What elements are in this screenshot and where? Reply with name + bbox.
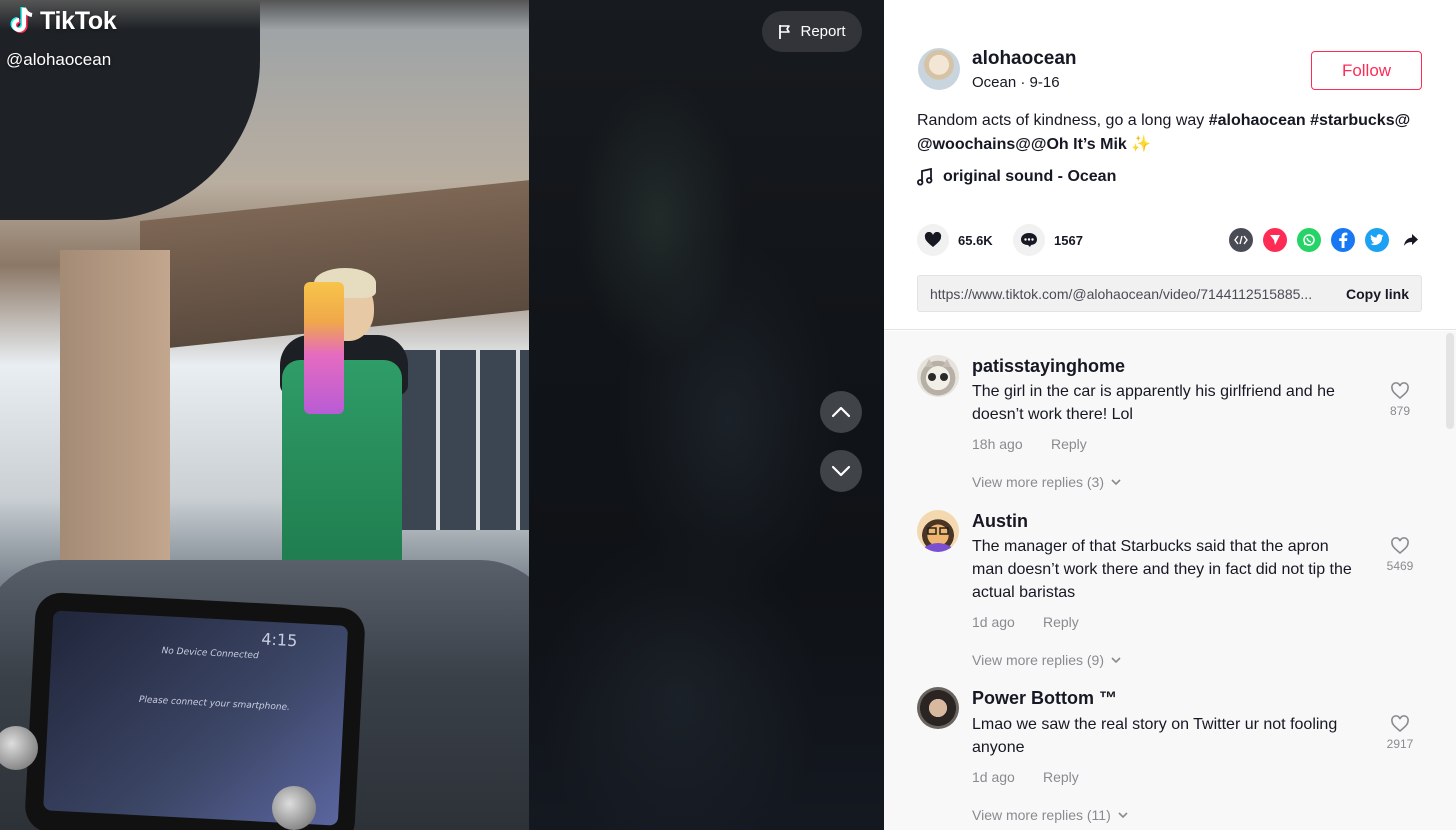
scene-stacked-cups	[304, 282, 344, 414]
comment-text: Lmao we saw the real story on Twitter ur…	[972, 716, 1338, 756]
view-more-replies-label: View more replies (11)	[972, 807, 1111, 823]
video-watermark-handle: @alohaocean	[6, 50, 112, 69]
share-options	[1229, 228, 1423, 252]
copy-link-button[interactable]: Copy link	[1346, 286, 1409, 302]
commenter-avatar[interactable]	[917, 355, 959, 397]
view-more-replies-label: View more replies (9)	[972, 652, 1105, 668]
heart-outline-icon	[1391, 537, 1409, 555]
send-icon[interactable]	[1263, 228, 1287, 252]
share-arrow-icon[interactable]	[1399, 228, 1423, 252]
like-button[interactable]	[917, 224, 949, 256]
comments-scrollbar[interactable]	[1446, 333, 1454, 429]
sparkles-emoji: ✨	[1131, 136, 1152, 153]
description-mentions[interactable]: @woochains@@Oh It’s Mik	[917, 136, 1127, 153]
tiktok-note-icon	[10, 6, 36, 36]
car-screen-clock: 4:15	[260, 629, 298, 651]
comment-count: 1567	[1054, 232, 1083, 248]
twitter-icon[interactable]	[1365, 228, 1389, 252]
previous-video-button[interactable]	[820, 391, 862, 433]
scene-car-knob-right	[272, 786, 316, 830]
follow-button[interactable]: Follow	[1311, 51, 1422, 90]
comments-list[interactable]: patisstayinghome The girl in the car is …	[884, 331, 1456, 830]
scene-car-screen: 4:15 No Device Connected Please connect …	[23, 591, 367, 830]
post-description: Random acts of kindness, go a long way #…	[917, 109, 1427, 157]
author-name[interactable]: alohaocean	[972, 48, 1077, 70]
post-header: alohaocean Ocean · 9-16 Follow Random ac…	[884, 0, 1456, 330]
video-link-url[interactable]: https://www.tiktok.com/@alohaocean/video…	[930, 286, 1325, 302]
reply-button[interactable]: Reply	[1043, 769, 1079, 785]
view-more-replies[interactable]: View more replies (11)	[972, 807, 1129, 823]
comment-like-count: 879	[1389, 404, 1411, 418]
report-button[interactable]: Report	[762, 11, 862, 52]
tiktok-video-page: 4:15 No Device Connected Please connect …	[0, 0, 1456, 830]
heart-icon	[924, 232, 942, 247]
chevron-down-icon	[831, 465, 851, 477]
author-avatar[interactable]	[918, 48, 960, 90]
comment-text: The manager of that Starbucks said that …	[972, 538, 1352, 601]
video-frame[interactable]: 4:15 No Device Connected Please connect …	[0, 0, 529, 830]
view-more-replies[interactable]: View more replies (9)	[972, 652, 1122, 668]
commenter-name[interactable]: Power Bottom ™	[972, 688, 1117, 709]
whatsapp-icon[interactable]	[1297, 228, 1321, 252]
comment-like-count: 5469	[1386, 559, 1414, 573]
sound-title: original sound - Ocean	[943, 168, 1117, 185]
car-screen-line1: No Device Connected	[161, 646, 259, 662]
chevron-down-icon	[1111, 479, 1121, 486]
comment-text: The girl in the car is apparently his gi…	[972, 383, 1335, 423]
comment-time: 1d ago	[972, 769, 1015, 785]
video-player[interactable]: 4:15 No Device Connected Please connect …	[0, 0, 884, 830]
car-screen-line2: Please connect your smartphone.	[138, 695, 291, 713]
heart-outline-icon	[1391, 382, 1409, 400]
heart-outline-icon	[1391, 715, 1409, 733]
author-meta: Ocean · 9-16	[972, 74, 1060, 91]
embed-icon[interactable]	[1229, 228, 1253, 252]
comment-like[interactable]: 879	[1384, 382, 1416, 418]
commenter-avatar[interactable]	[917, 510, 959, 552]
video-link-box: https://www.tiktok.com/@alohaocean/video…	[917, 275, 1422, 312]
comment-icon	[1021, 233, 1037, 247]
scene-pillar	[60, 250, 170, 580]
details-panel: alohaocean Ocean · 9-16 Follow Random ac…	[884, 0, 1456, 830]
view-more-replies-label: View more replies (3)	[972, 474, 1105, 490]
chevron-down-icon	[1111, 657, 1121, 664]
like-count: 65.6K	[958, 232, 993, 248]
sound-link[interactable]: original sound - Ocean	[917, 168, 1116, 186]
comment-like-count: 2917	[1386, 737, 1414, 751]
comment-button[interactable]	[1013, 224, 1045, 256]
flag-icon	[779, 24, 791, 39]
facebook-icon[interactable]	[1331, 228, 1355, 252]
description-hashtags[interactable]: #alohaocean #starbucks@	[1209, 112, 1410, 129]
next-video-button[interactable]	[820, 450, 862, 492]
comment-time: 1d ago	[972, 614, 1015, 630]
music-note-icon	[917, 168, 933, 186]
commenter-name[interactable]: patisstayinghome	[972, 356, 1125, 377]
comment-like[interactable]: 2917	[1381, 715, 1419, 751]
commenter-name[interactable]: Austin	[972, 511, 1028, 532]
reply-button[interactable]: Reply	[1051, 436, 1087, 452]
comment-like[interactable]: 5469	[1381, 537, 1419, 573]
chevron-down-icon	[1118, 812, 1128, 819]
tiktok-wordmark: TikTok	[40, 6, 117, 35]
tiktok-logo: TikTok	[10, 6, 117, 36]
report-label: Report	[800, 23, 846, 40]
description-text: Random acts of kindness, go a long way	[917, 112, 1209, 129]
commenter-avatar[interactable]	[917, 687, 959, 729]
chevron-up-icon	[831, 406, 851, 418]
view-more-replies[interactable]: View more replies (3)	[972, 474, 1122, 490]
comment-time: 18h ago	[972, 436, 1023, 452]
reply-button[interactable]: Reply	[1043, 614, 1079, 630]
like-stat[interactable]: 65.6K	[917, 224, 993, 256]
comment-stat[interactable]: 1567	[1013, 224, 1083, 256]
scene-window	[400, 350, 529, 530]
